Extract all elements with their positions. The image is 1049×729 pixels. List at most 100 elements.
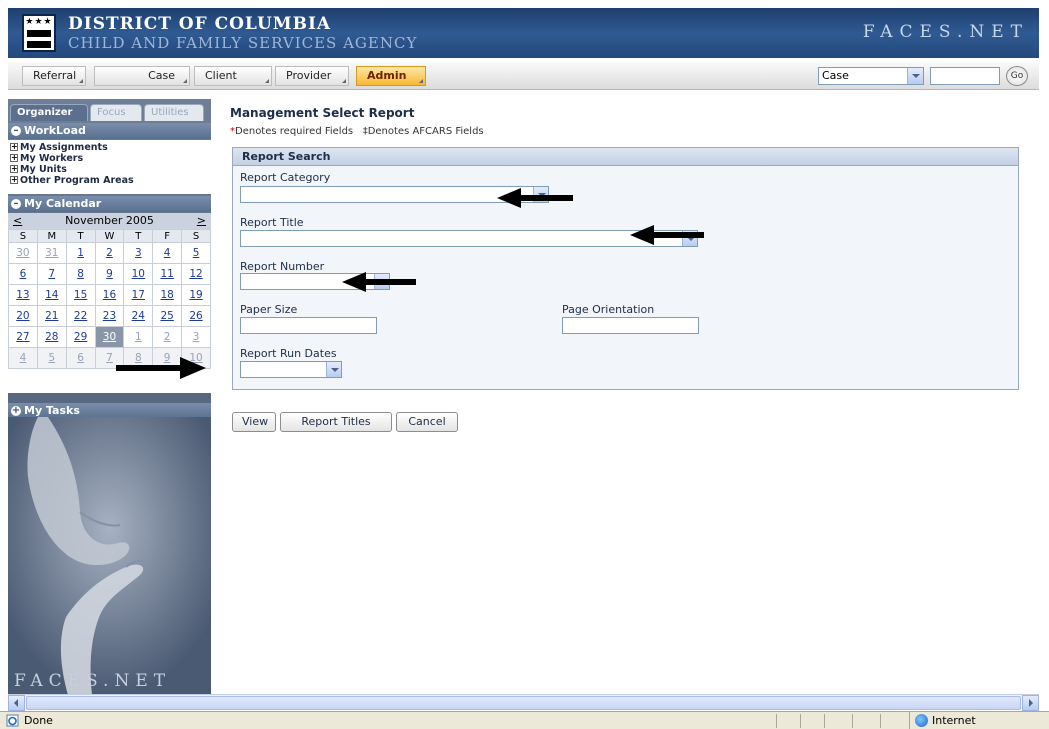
section-workload-header[interactable]: – WorkLoad <box>8 123 211 139</box>
calendar-day[interactable]: 2 <box>94 242 125 264</box>
tab-organizer[interactable]: Organizer <box>10 104 88 121</box>
workload-list: + My Assignments + My Workers + My Units + O… <box>8 140 211 194</box>
expand-icon[interactable]: + <box>11 406 21 416</box>
annotation-arrow-left-icon <box>497 188 573 208</box>
calendar-day[interactable]: 27 <box>8 326 38 348</box>
menu-tab-client[interactable]: Client <box>194 66 272 86</box>
calendar-day[interactable]: 6 <box>8 263 38 285</box>
chevron-down-icon[interactable] <box>907 68 923 84</box>
tab-utilities[interactable]: Utilities <box>144 104 204 121</box>
app-header: ★★★ DISTRICT OF COLUMBIA CHILD AND FAMIL… <box>8 8 1039 58</box>
calendar-day[interactable]: 29 <box>65 326 96 348</box>
report-title-label: Report Title <box>240 216 304 229</box>
page-title: Management Select Report <box>230 106 415 120</box>
menu-bar: Referral Case Client Provider Admin Case… <box>8 62 1039 90</box>
calendar-day[interactable]: 31 <box>36 242 67 264</box>
calendar-day[interactable]: 15 <box>65 284 96 306</box>
report-category-label: Report Category <box>240 171 331 184</box>
calendar-day[interactable]: 4 <box>152 242 183 264</box>
calendar-day[interactable]: 3 <box>123 242 154 264</box>
calendar-day[interactable]: 10 <box>123 263 154 285</box>
scroll-right-icon[interactable] <box>1022 695 1039 711</box>
tab-focus[interactable]: Focus <box>90 104 142 121</box>
go-button[interactable]: Go <box>1006 66 1028 86</box>
expand-icon[interactable]: + <box>10 154 18 162</box>
calendar-day[interactable]: 5 <box>181 242 211 264</box>
status-bar: Done Internet <box>0 711 1049 729</box>
sidebar-item-my-workers[interactable]: + My Workers <box>8 153 211 164</box>
report-titles-button[interactable]: Report Titles <box>280 412 392 432</box>
calendar-day[interactable]: 6 <box>65 347 96 369</box>
calendar-day[interactable]: 14 <box>36 284 67 306</box>
sidebar-item-my-assignments[interactable]: + My Assignments <box>8 142 211 153</box>
expand-icon[interactable]: + <box>10 176 18 184</box>
cancel-button[interactable]: Cancel <box>396 412 458 432</box>
scroll-left-icon[interactable] <box>8 695 25 711</box>
scrollbar-thumb[interactable] <box>26 696 1021 710</box>
menu-tab-referral[interactable]: Referral <box>22 66 86 86</box>
calendar-day[interactable]: 24 <box>123 305 154 327</box>
page-orientation-field[interactable] <box>562 317 699 334</box>
menu-tab-admin[interactable]: Admin <box>356 66 426 86</box>
calendar-day[interactable]: 30 <box>8 242 38 264</box>
calendar-day[interactable]: 20 <box>8 305 38 327</box>
menu-tab-case[interactable]: Case <box>94 66 190 86</box>
expand-icon[interactable]: + <box>10 143 18 151</box>
calendar-day[interactable]: 17 <box>123 284 154 306</box>
calendar-day[interactable]: 8 <box>65 263 96 285</box>
report-run-dates-select[interactable] <box>240 361 342 378</box>
search-type-select[interactable]: Case <box>818 67 924 85</box>
section-calendar-header[interactable]: – My Calendar <box>8 196 211 212</box>
view-button[interactable]: View <box>232 412 276 432</box>
calendar-day[interactable]: 4 <box>8 347 38 369</box>
prev-month-link[interactable]: < <box>13 213 22 229</box>
hands-illustration: FACES.NET <box>8 417 211 695</box>
calendar-day[interactable]: 16 <box>94 284 125 306</box>
calendar-day[interactable]: 11 <box>152 263 183 285</box>
weekday-header: T <box>123 229 154 243</box>
chevron-down-icon[interactable] <box>326 362 341 377</box>
calendar-grid: SMTWTFS 30 31 1 2 3 4 5 6 7 8 9 10 11 12 13 14 15 16 17 18 1… <box>8 229 211 369</box>
next-month-link[interactable]: > <box>197 213 206 229</box>
calendar-day[interactable]: 18 <box>152 284 183 306</box>
calendar-day[interactable]: 3 <box>181 326 211 348</box>
calendar-day[interactable]: 13 <box>8 284 38 306</box>
weekday-header: S <box>181 229 211 243</box>
calendar-day[interactable]: 1 <box>65 242 96 264</box>
collapse-icon[interactable]: – <box>11 126 21 136</box>
calendar-day[interactable]: 30 <box>94 326 125 348</box>
expand-icon[interactable]: + <box>10 165 18 173</box>
sidebar-item-other-program-areas[interactable]: + Other Program Areas <box>8 175 211 186</box>
report-number-label: Report Number <box>240 260 325 273</box>
globe-icon <box>915 714 928 727</box>
calendar-day[interactable]: 28 <box>36 326 67 348</box>
horizontal-scrollbar[interactable] <box>8 694 1039 711</box>
status-text: Done <box>24 714 53 727</box>
ie-page-icon <box>6 714 19 727</box>
calendar-day[interactable]: 9 <box>94 263 125 285</box>
calendar-day[interactable]: 22 <box>65 305 96 327</box>
calendar-day[interactable]: 26 <box>181 305 211 327</box>
search-type-value: Case <box>822 69 849 82</box>
calendar-day[interactable]: 12 <box>181 263 211 285</box>
menu-tab-provider[interactable]: Provider <box>275 66 349 86</box>
sidebar-item-my-units[interactable]: + My Units <box>8 164 211 175</box>
calendar-day[interactable]: 2 <box>152 326 183 348</box>
agency-title-line1: DISTRICT OF COLUMBIA <box>68 14 332 34</box>
calendar-day[interactable]: 21 <box>36 305 67 327</box>
weekday-header: S <box>8 229 38 243</box>
calendar-header: < November 2005 > <box>8 213 211 229</box>
search-input[interactable] <box>930 67 1000 85</box>
calendar-day[interactable]: 7 <box>36 263 67 285</box>
collapse-icon[interactable]: – <box>11 199 21 209</box>
calendar-day[interactable]: 25 <box>152 305 183 327</box>
paper-size-field[interactable] <box>240 317 377 334</box>
calendar-day[interactable]: 19 <box>181 284 211 306</box>
calendar-day[interactable]: 1 <box>123 326 154 348</box>
sidebar: Organizer Focus Utilities – WorkLoad + My… <box>8 99 211 695</box>
calendar-day[interactable]: 23 <box>94 305 125 327</box>
main-content: Management Select Report *Denotes requir… <box>216 99 1036 689</box>
annotation-arrow-right-icon <box>116 357 206 379</box>
calendar-day[interactable]: 5 <box>36 347 67 369</box>
weekday-header: T <box>65 229 96 243</box>
